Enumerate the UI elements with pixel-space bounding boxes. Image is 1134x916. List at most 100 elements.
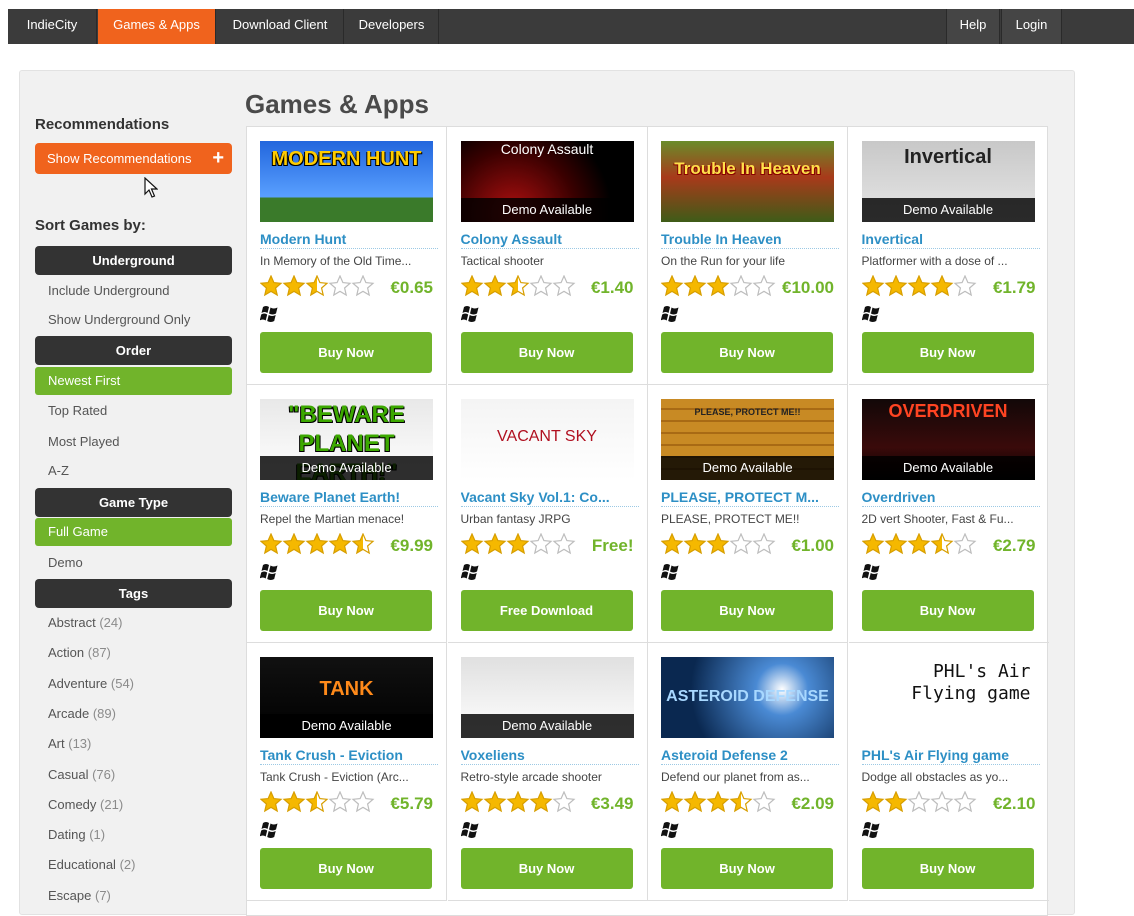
game-price: €0.65 (390, 278, 433, 297)
game-title-link[interactable]: Colony Assault (460, 231, 639, 249)
star-icon (305, 275, 329, 297)
tag-label: Casual (48, 766, 89, 782)
tag-count: (7) (95, 887, 111, 903)
order-most-played[interactable]: Most Played (35, 428, 232, 456)
buy-now-button[interactable]: Buy Now (260, 590, 432, 631)
game-price: €1.40 (590, 278, 634, 297)
game-price: €2.10 (992, 794, 1036, 813)
rating-stars (661, 791, 776, 813)
buy-now-button[interactable]: Buy Now (460, 332, 633, 373)
star-icon (930, 791, 953, 813)
demo-available-badge: Demo Available (861, 456, 1035, 480)
tag-count: (2) (119, 857, 136, 873)
tag-filter-item[interactable]: Educational (2) (35, 851, 232, 879)
game-thumbnail[interactable]: "BEWARE PLANET EARTH!"Demo Available (260, 399, 433, 480)
game-thumbnail[interactable]: Invertical Demo Available (861, 141, 1035, 222)
buy-now-button[interactable]: Buy Now (861, 848, 1034, 889)
game-title-link[interactable]: Overdriven (861, 489, 1040, 507)
star-icon (529, 533, 552, 555)
game-type-demo[interactable]: Demo (35, 549, 232, 577)
buy-now-button[interactable]: Buy Now (861, 590, 1034, 631)
game-thumbnail[interactable]: OVERDRIVEN Demo Available (861, 399, 1035, 480)
game-thumbnail[interactable]: PLEASE, PROTECT ME!! Demo Available (661, 399, 834, 480)
star-icon (683, 275, 707, 297)
order-a-z[interactable]: A-Z (35, 457, 232, 485)
star-icon (506, 791, 529, 813)
order-top-rated[interactable]: Top Rated (35, 397, 232, 425)
game-description: Urban fantasy JRPG (460, 512, 571, 526)
filter-underground-only[interactable]: Show Underground Only (35, 306, 232, 334)
nav-developers[interactable]: Developers (345, 9, 439, 44)
tag-filter-item[interactable]: Comedy (21) (35, 791, 232, 819)
nav-help[interactable]: Help (946, 9, 1000, 44)
thumbnail-title-art: Invertical (904, 146, 992, 168)
buy-now-button[interactable]: Buy Now (661, 590, 833, 631)
windows-icon (861, 822, 879, 838)
thumbnail-title-art: PLEASE, PROTECT ME!! (694, 407, 801, 417)
game-thumbnail[interactable]: TANK Demo Available (260, 657, 433, 738)
order-newest-first[interactable]: Newest First (35, 367, 232, 395)
buy-now-button[interactable]: Buy Now (260, 848, 432, 889)
nav-indiecity[interactable]: IndieCity (8, 9, 97, 44)
buy-now-button[interactable]: Buy Now (861, 332, 1034, 373)
tag-filter-item[interactable]: Adventure (54) (35, 670, 232, 698)
rating-stars (661, 533, 776, 555)
star-icon (661, 533, 684, 555)
game-title-link[interactable]: PHL's Air Flying game (861, 747, 1040, 765)
game-title-link[interactable]: Tank Crush - Eviction (260, 747, 438, 765)
game-thumbnail[interactable]: VACANT SKY (460, 399, 634, 480)
buy-now-button[interactable]: Buy Now (661, 332, 833, 373)
game-card: MODERN HUNT Modern Hunt In Memory of the O… (247, 127, 447, 385)
game-thumbnail[interactable]: Trouble In Heaven (661, 141, 834, 222)
tag-filter-item[interactable]: Arcade (89) (35, 700, 232, 728)
windows-icon (460, 822, 478, 838)
demo-available-badge: Demo Available (661, 456, 834, 480)
tag-filter-item[interactable]: Casual (76) (35, 761, 232, 789)
windows-icon (661, 564, 679, 580)
game-thumbnail[interactable]: PHL's Air Flying game (861, 657, 1035, 738)
windows-icon (460, 564, 478, 580)
game-thumbnail[interactable]: MODERN HUNT (260, 141, 433, 222)
game-price: €9.99 (390, 536, 433, 555)
game-title-link[interactable]: Trouble In Heaven (661, 231, 839, 249)
game-type-full-game[interactable]: Full Game (35, 518, 232, 546)
rating-stars (460, 275, 575, 297)
filter-include-underground[interactable]: Include Underground (35, 277, 232, 305)
game-title-link[interactable]: PLEASE, PROTECT M... (661, 489, 839, 507)
plus-icon: + (212, 147, 224, 169)
star-icon (460, 533, 483, 555)
game-description: 2D vert Shooter, Fast & Fu... (861, 512, 1014, 526)
rating-stars (861, 533, 976, 555)
tag-filter-item[interactable]: Abstract (24) (35, 609, 232, 637)
buy-now-button[interactable]: Buy Now (260, 332, 432, 373)
tag-label: Educational (48, 857, 116, 873)
game-title-link[interactable]: Modern Hunt (260, 231, 438, 249)
game-thumbnail[interactable]: ASTEROID DEFENSE (661, 657, 834, 738)
game-title-link[interactable]: Vacant Sky Vol.1: Co... (460, 489, 639, 507)
tag-label: Adventure (48, 675, 108, 691)
free-download-button[interactable]: Free Download (460, 590, 633, 631)
game-title-link[interactable]: Asteroid Defense 2 (661, 747, 839, 765)
show-recommendations-button[interactable]: Show Recommendations + (35, 143, 232, 174)
tag-filter-item[interactable]: Dating (1) (35, 821, 232, 849)
game-title-link[interactable]: Beware Planet Earth! (260, 489, 438, 507)
tag-filter-item[interactable]: Escape (7) (35, 882, 232, 910)
game-thumbnail[interactable]: Colony Assault Demo Available (460, 141, 634, 222)
tag-filter-item[interactable]: Art (13) (35, 730, 232, 758)
buy-now-button[interactable]: Buy Now (460, 848, 633, 889)
tag-filter-item[interactable]: Action (87) (35, 639, 232, 667)
nav-login[interactable]: Login (1001, 9, 1062, 44)
game-title-link[interactable]: Invertical (861, 231, 1040, 249)
buy-now-button[interactable]: Buy Now (661, 848, 833, 889)
tag-count: (24) (99, 615, 123, 630)
star-icon (305, 791, 329, 813)
demo-available-badge: Demo Available (861, 198, 1035, 222)
game-title-link[interactable]: Voxeliens (460, 747, 639, 765)
game-thumbnail[interactable]: Demo Available (460, 657, 634, 738)
game-card: OVERDRIVEN Demo Available Overdriven 2D ver… (848, 385, 1049, 643)
star-icon (282, 275, 306, 297)
nav-games-apps[interactable]: Games & Apps (98, 9, 216, 44)
rating-stars (861, 275, 976, 297)
nav-download-client[interactable]: Download Client (217, 9, 344, 44)
tag-label: Comedy (48, 796, 97, 812)
